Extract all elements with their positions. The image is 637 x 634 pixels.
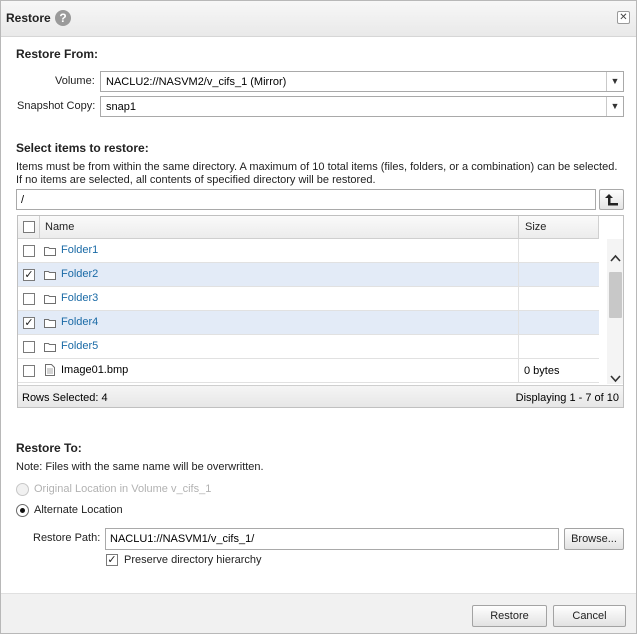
snapshot-select[interactable]: snap1 ▼ xyxy=(100,96,624,117)
dialog-footer: Restore Cancel xyxy=(1,593,636,633)
snapshot-label: Snapshot Copy: xyxy=(17,100,96,112)
file-name: Image01.bmp xyxy=(61,364,129,376)
help-icon[interactable]: ? xyxy=(55,10,71,26)
grid-scrollbar[interactable] xyxy=(607,239,623,386)
chevron-down-icon[interactable]: ▼ xyxy=(606,72,623,91)
alternate-location-radio[interactable] xyxy=(16,504,29,517)
row-checkbox[interactable] xyxy=(23,365,35,377)
preserve-hierarchy-label: Preserve directory hierarchy xyxy=(124,554,262,566)
restore-button[interactable]: Restore xyxy=(472,605,547,627)
select-all-checkbox[interactable] xyxy=(23,221,35,233)
column-divider xyxy=(518,335,519,359)
restore-path-label: Restore Path: xyxy=(33,532,101,544)
rows-selected-count: Rows Selected: 4 xyxy=(22,392,108,404)
scrollbar-thumb[interactable] xyxy=(609,272,622,318)
original-location-label: Original Location in Volume v_cifs_1 xyxy=(34,483,212,495)
volume-select[interactable]: NACLU2://NASVM2/v_cifs_1 (Mirror) ▼ xyxy=(100,71,624,92)
folder-link[interactable]: Folder5 xyxy=(61,340,98,352)
column-divider xyxy=(598,216,599,239)
folder-icon xyxy=(44,246,56,259)
file-size: 0 bytes xyxy=(524,365,560,377)
folder-link[interactable]: Folder2 xyxy=(61,268,98,280)
folder-link[interactable]: Folder3 xyxy=(61,292,98,304)
column-divider xyxy=(518,359,519,383)
cancel-button[interactable]: Cancel xyxy=(553,605,626,627)
volume-label: Volume: xyxy=(55,75,95,87)
select-items-heading: Select items to restore: xyxy=(16,141,149,155)
column-divider xyxy=(39,216,40,239)
snapshot-value: snap1 xyxy=(106,101,136,113)
row-checkbox[interactable]: ✓ xyxy=(23,317,35,329)
row-checkbox[interactable] xyxy=(23,245,35,257)
table-row[interactable]: ✓ Folder4 xyxy=(18,311,599,335)
parent-directory-button[interactable] xyxy=(599,189,624,210)
table-row[interactable]: Folder3 xyxy=(18,287,599,311)
row-checkbox[interactable] xyxy=(23,293,35,305)
preserve-hierarchy-checkbox[interactable]: ✓ xyxy=(106,554,118,566)
scroll-up-icon[interactable] xyxy=(610,251,621,265)
dialog-title: Restore xyxy=(6,11,51,25)
table-row[interactable]: Image01.bmp 0 bytes xyxy=(18,359,599,383)
dialog-titlebar: Restore ? ✕ xyxy=(1,1,636,37)
up-arrow-icon xyxy=(605,194,618,206)
restore-path-input[interactable]: NACLU1://NASVM1/v_cifs_1/ xyxy=(105,528,559,550)
close-icon[interactable]: ✕ xyxy=(617,11,630,24)
column-divider xyxy=(518,311,519,335)
folder-icon xyxy=(44,318,56,331)
table-row[interactable]: Folder5 xyxy=(18,335,599,359)
table-row[interactable]: Folder1 xyxy=(18,239,599,263)
folder-link[interactable]: Folder4 xyxy=(61,316,98,328)
column-divider xyxy=(518,287,519,311)
restore-to-heading: Restore To: xyxy=(16,441,82,455)
restore-from-heading: Restore From: xyxy=(16,47,99,61)
scroll-down-icon[interactable] xyxy=(610,372,621,386)
original-location-radio[interactable] xyxy=(16,483,29,496)
select-items-note-2: If no items are selected, all contents o… xyxy=(16,174,376,186)
alternate-location-label: Alternate Location xyxy=(34,504,123,516)
restore-dialog: Restore ? ✕ Restore From: Volume: NACLU2… xyxy=(0,0,637,634)
column-divider xyxy=(518,239,519,263)
items-grid: Name Size Folder1 ✓ Folder2 Folder3 ✓ Folder4… xyxy=(17,215,624,408)
column-header-size[interactable]: Size xyxy=(525,221,546,233)
paging-info: Displaying 1 - 7 of 10 xyxy=(515,392,619,404)
overwrite-note: Note: Files with the same name will be o… xyxy=(16,461,264,473)
grid-footer: Rows Selected: 4 Displaying 1 - 7 of 10 xyxy=(18,385,623,407)
row-checkbox[interactable]: ✓ xyxy=(23,269,35,281)
table-row[interactable]: ✓ Folder2 xyxy=(18,263,599,287)
folder-icon xyxy=(44,342,56,355)
browse-button[interactable]: Browse... xyxy=(564,528,624,550)
grid-header: Name Size xyxy=(18,216,599,239)
directory-path-input[interactable]: / xyxy=(16,189,596,210)
folder-icon xyxy=(44,294,56,307)
row-checkbox[interactable] xyxy=(23,341,35,353)
volume-value: NACLU2://NASVM2/v_cifs_1 (Mirror) xyxy=(106,76,287,88)
folder-icon xyxy=(44,270,56,283)
folder-link[interactable]: Folder1 xyxy=(61,244,98,256)
column-divider xyxy=(518,263,519,287)
column-divider xyxy=(518,216,519,239)
chevron-down-icon[interactable]: ▼ xyxy=(606,97,623,116)
select-items-note-1: Items must be from within the same direc… xyxy=(16,161,618,173)
column-header-name[interactable]: Name xyxy=(45,221,74,233)
file-icon xyxy=(45,364,55,379)
directory-path-value: / xyxy=(21,194,25,206)
restore-path-value: NACLU1://NASVM1/v_cifs_1/ xyxy=(110,533,255,545)
